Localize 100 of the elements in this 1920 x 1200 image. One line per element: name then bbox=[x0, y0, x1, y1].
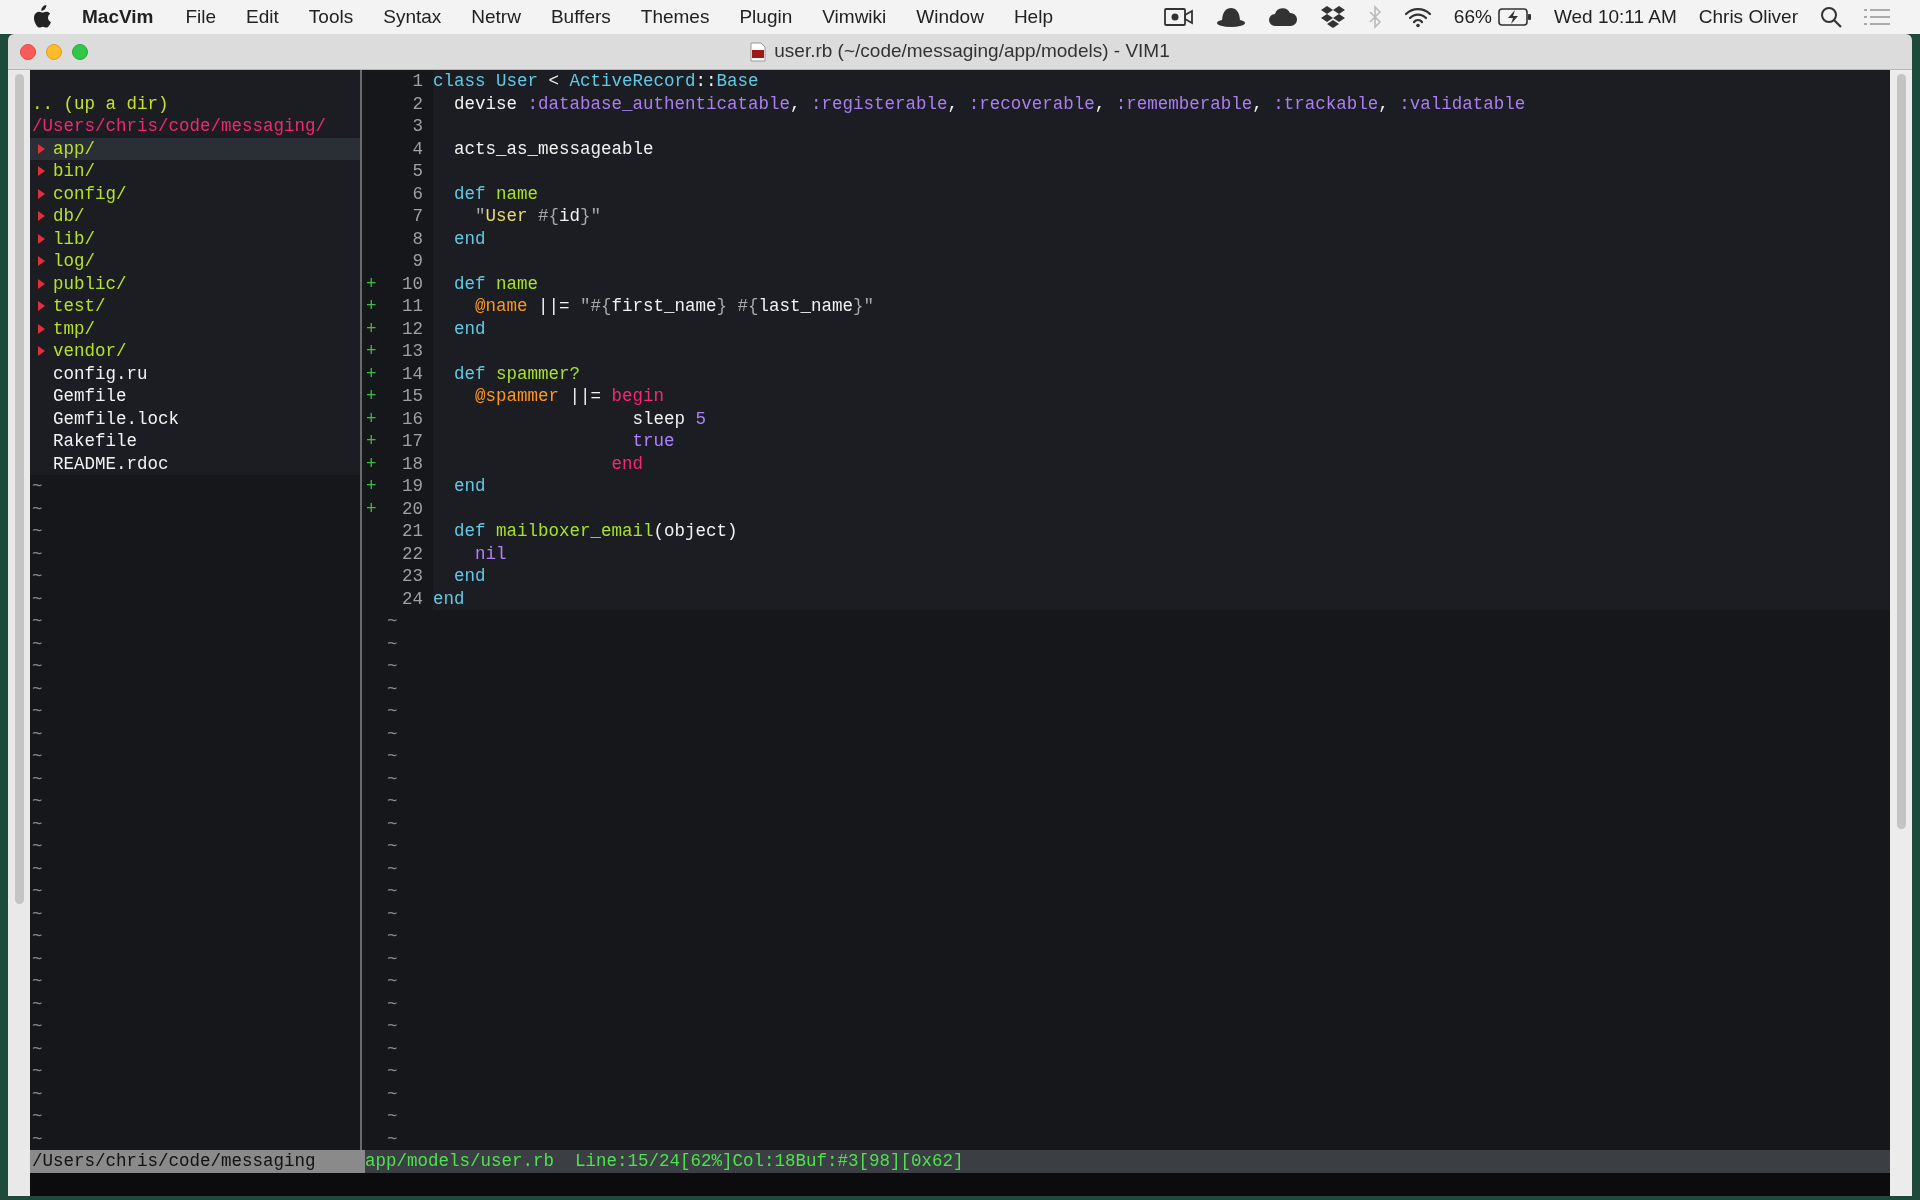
code-line: true bbox=[631, 431, 675, 451]
scrollbar-thumb[interactable] bbox=[1896, 74, 1906, 829]
search-icon[interactable] bbox=[1820, 6, 1842, 28]
line-number: 14 bbox=[402, 363, 423, 384]
expand-arrow-icon[interactable] bbox=[38, 323, 45, 334]
tree-item[interactable]: bin/ bbox=[30, 160, 360, 183]
bowler-hat-icon[interactable] bbox=[1215, 6, 1246, 28]
empty-line-marker: ~ bbox=[387, 791, 398, 811]
menu-item[interactable]: Themes bbox=[640, 2, 710, 32]
menu-item[interactable]: Edit bbox=[246, 2, 279, 32]
menu-item[interactable]: Tools bbox=[308, 2, 354, 32]
line-number: 16 bbox=[402, 408, 423, 429]
battery-percentage[interactable]: 66% bbox=[1453, 2, 1492, 32]
menu-item[interactable]: Plugin bbox=[739, 2, 793, 32]
empty-line-marker: ~ bbox=[32, 971, 43, 991]
close-button[interactable] bbox=[20, 44, 36, 60]
empty-line-marker: ~ bbox=[387, 813, 398, 834]
code-line: end bbox=[453, 228, 486, 249]
line-number: 3 bbox=[412, 116, 423, 136]
tree-item[interactable]: Gemfile bbox=[30, 385, 360, 408]
tree-item[interactable]: log/ bbox=[30, 250, 360, 273]
empty-line-marker: ~ bbox=[32, 768, 43, 789]
empty-line-marker: ~ bbox=[32, 1083, 43, 1104]
empty-line-marker: ~ bbox=[32, 881, 43, 901]
menu-item[interactable]: Window bbox=[916, 2, 984, 32]
expand-arrow-icon[interactable] bbox=[38, 211, 45, 222]
video-camera-icon[interactable] bbox=[1163, 7, 1194, 27]
expand-arrow-icon[interactable] bbox=[38, 233, 45, 244]
zoom-button[interactable] bbox=[72, 44, 88, 60]
menu-item[interactable]: Buffers bbox=[550, 2, 611, 32]
menu-item[interactable]: Help bbox=[1013, 2, 1053, 32]
diff-sign: + bbox=[366, 273, 377, 294]
menu-item[interactable]: Netrw bbox=[471, 2, 521, 32]
tree-item[interactable]: app/ bbox=[30, 137, 360, 160]
empty-line-marker: ~ bbox=[387, 903, 398, 924]
cloud-icon[interactable] bbox=[1267, 7, 1298, 27]
line-number: 5 bbox=[412, 161, 423, 181]
empty-line-marker: ~ bbox=[32, 1016, 43, 1036]
empty-line-marker: ~ bbox=[32, 656, 43, 676]
menu-item[interactable]: File bbox=[185, 2, 217, 32]
scrollbar-thumb[interactable] bbox=[14, 74, 24, 904]
code-line: nil bbox=[474, 543, 507, 564]
empty-line-marker: ~ bbox=[387, 633, 398, 654]
list-icon[interactable] bbox=[1864, 8, 1890, 26]
directory-path: /Users/chris/code/messaging/ bbox=[32, 116, 327, 136]
tree-item[interactable]: tmp/ bbox=[30, 317, 360, 340]
wifi-icon[interactable] bbox=[1403, 6, 1432, 28]
expand-arrow-icon[interactable] bbox=[38, 346, 45, 357]
empty-line-marker: ~ bbox=[387, 836, 398, 856]
empty-line-marker: ~ bbox=[32, 566, 43, 586]
empty-line-marker: ~ bbox=[32, 521, 43, 541]
expand-arrow-icon[interactable] bbox=[38, 166, 45, 177]
app-name[interactable]: MacVim bbox=[82, 2, 154, 32]
line-number: 4 bbox=[412, 138, 423, 159]
empty-line-marker: ~ bbox=[32, 903, 43, 924]
line-number: 23 bbox=[402, 566, 423, 586]
battery-charging-icon[interactable] bbox=[1497, 7, 1532, 27]
line-number: 6 bbox=[412, 183, 423, 204]
line-number: 18 bbox=[402, 453, 423, 474]
empty-line-marker: ~ bbox=[387, 656, 398, 676]
menu-item[interactable]: Syntax bbox=[383, 2, 442, 32]
empty-line-marker: ~ bbox=[32, 723, 43, 744]
empty-line-marker: ~ bbox=[32, 1038, 43, 1059]
tree-item[interactable]: db/ bbox=[30, 205, 360, 228]
empty-line-marker: ~ bbox=[32, 993, 43, 1014]
empty-line-marker: ~ bbox=[32, 678, 43, 699]
diff-sign: + bbox=[366, 476, 377, 496]
expand-arrow-icon[interactable] bbox=[38, 143, 45, 154]
line-number: 21 bbox=[402, 521, 423, 541]
expand-arrow-icon[interactable] bbox=[38, 301, 45, 312]
empty-line-marker: ~ bbox=[32, 701, 43, 721]
user-name[interactable]: Chris Oliver bbox=[1698, 2, 1798, 32]
empty-line-marker: ~ bbox=[32, 836, 43, 856]
tree-item[interactable]: public/ bbox=[30, 272, 360, 295]
empty-line-marker: ~ bbox=[32, 746, 43, 766]
expand-arrow-icon[interactable] bbox=[38, 278, 45, 289]
tree-item[interactable]: config/ bbox=[30, 182, 360, 205]
empty-line-marker: ~ bbox=[32, 633, 43, 654]
line-number: 17 bbox=[402, 431, 423, 451]
parent-directory-link[interactable]: .. (up a dir) bbox=[32, 93, 169, 114]
expand-arrow-icon[interactable] bbox=[38, 188, 45, 199]
tree-item[interactable]: config.ru bbox=[30, 362, 360, 385]
code-line: def name bbox=[453, 273, 539, 294]
dropbox-icon[interactable] bbox=[1319, 5, 1346, 29]
menu-item[interactable]: Vimwiki bbox=[822, 2, 887, 32]
tree-item[interactable]: test/ bbox=[30, 295, 360, 318]
diff-sign: + bbox=[366, 341, 377, 361]
diff-sign: + bbox=[366, 408, 377, 429]
line-number: 1 bbox=[412, 71, 423, 91]
tree-item[interactable]: README.rdoc bbox=[30, 452, 360, 475]
empty-line-marker: ~ bbox=[387, 858, 398, 879]
tree-item[interactable]: Gemfile.lock bbox=[30, 407, 360, 430]
clock[interactable]: Wed 10:11 AM bbox=[1553, 2, 1677, 32]
tree-item[interactable]: Rakefile bbox=[30, 430, 360, 453]
empty-line-marker: ~ bbox=[32, 813, 43, 834]
tree-item[interactable]: lib/ bbox=[30, 227, 360, 250]
window-title: user.rb (~/code/messaging/app/models) - VIM1 bbox=[774, 39, 1170, 64]
tree-item[interactable]: vendor/ bbox=[30, 340, 360, 363]
code-line: def name bbox=[453, 183, 539, 204]
expand-arrow-icon[interactable] bbox=[38, 256, 45, 267]
